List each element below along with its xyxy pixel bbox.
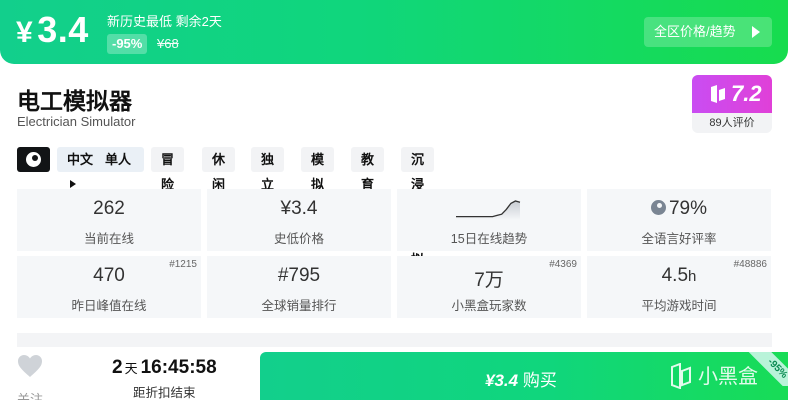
region-price-label: 全区价格/趋势 (654, 24, 736, 39)
price-banner: ¥3.4 新历史最低 剩余2天 -95% ¥68 全区价格/趋势 (0, 0, 788, 64)
heybox-logo-icon (711, 85, 725, 103)
trend-sparkline (456, 200, 521, 220)
score-count: 89人评价 (709, 117, 755, 129)
stat-peak-online: #1215 470 昨日峰值在线 (17, 256, 201, 318)
genre-tag[interactable]: 独立 (251, 147, 285, 192)
stat-value: 4.5h (661, 265, 697, 286)
score-value: 7.2 (731, 81, 762, 106)
follow-label: 关注 (16, 392, 43, 400)
stat-sales-rank: #795 全球销量排行 (207, 256, 391, 318)
region-price-button[interactable]: 全区价格/趋势 (644, 17, 772, 47)
genre-tag[interactable]: 休闲 (202, 147, 236, 192)
steam-icon (26, 152, 41, 167)
genre-tag[interactable]: 沉浸式模拟 (401, 147, 435, 267)
stat-current-online: 262 当前在线 (17, 189, 201, 251)
lowest-price-note: 新历史最低 剩余2天 (107, 14, 222, 29)
stat-value: ¥3.4 (280, 198, 318, 219)
buy-button[interactable]: ¥3.4 购买 小黑盒 -95% (260, 352, 788, 400)
current-price: ¥3.4 (16, 9, 89, 50)
stat-value: 79% (587, 198, 771, 220)
genre-tag[interactable]: 模拟 (301, 147, 335, 192)
stat-value: 470 (93, 265, 125, 286)
stat-label: 15日在线趋势 (450, 232, 528, 246)
stat-rating: 79% 全语言好评率 (587, 189, 771, 251)
heybox-logo-icon (671, 363, 691, 389)
buy-label: ¥3.4 购买 (485, 371, 557, 390)
score-header: 7.2 (692, 75, 772, 113)
mode-label: 单人 (105, 152, 132, 167)
score-card[interactable]: 7.2 89人评价 (692, 75, 772, 133)
language-tag[interactable]: 中文 单人 (57, 147, 144, 188)
content-divider (17, 333, 772, 347)
stat-label: 史低价格 (273, 232, 324, 246)
stat-players: #4369 7万 小黑盒玩家数 (397, 256, 581, 318)
heart-icon (18, 355, 42, 377)
game-subtitle: Electrician Simulator (17, 114, 136, 129)
language-label: 中文 (67, 152, 94, 167)
stat-value: 7万 (474, 270, 504, 291)
corner-discount-badge: -95% (738, 352, 788, 386)
stat-label: 全语言好评率 (641, 232, 717, 246)
discount-countdown: 2 天 16:45:58 (112, 357, 217, 378)
follow-button[interactable]: 关注 (15, 354, 45, 400)
stat-label: 小黑盒玩家数 (451, 299, 527, 313)
original-price: ¥68 (157, 36, 179, 51)
stat-value: 262 (93, 198, 125, 219)
discount-badge: -95% (107, 34, 148, 54)
stat-label: 昨日峰值在线 (71, 299, 147, 313)
play-arrow-icon (752, 26, 760, 38)
platform-tag[interactable] (17, 147, 50, 172)
stat-online-trend[interactable]: 15日在线趋势 (397, 189, 581, 251)
stat-lowest-price: ¥3.4 史低价格 (207, 189, 391, 251)
genre-tag[interactable]: 教育 (351, 147, 385, 192)
genre-tag[interactable]: 冒险 (151, 147, 185, 192)
corner-discount: -95% (746, 352, 788, 386)
caret-right-icon (70, 180, 76, 188)
game-title: 电工模拟器 (17, 88, 132, 114)
stat-playtime: #48886 4.5h 平均游戏时间 (587, 256, 771, 318)
stat-label: 平均游戏时间 (641, 299, 717, 313)
stat-label: 全球销量排行 (261, 299, 337, 313)
bottom-bar: 关注 2 天 16:45:58 距折扣结束 ¥3.4 购买 小黑盒 -95% (0, 347, 788, 400)
countdown-label: 距折扣结束 (133, 386, 196, 400)
stat-label: 当前在线 (83, 232, 134, 246)
steam-icon (650, 200, 666, 215)
stat-value: #795 (277, 265, 321, 286)
